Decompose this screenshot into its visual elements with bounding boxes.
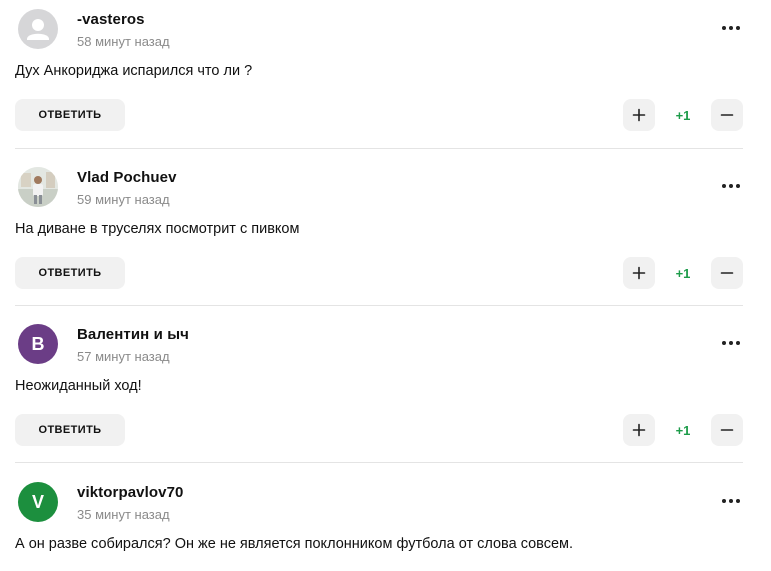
plus-icon (632, 108, 646, 122)
divider (15, 305, 743, 306)
avatar[interactable]: В (18, 324, 58, 364)
upvote-button[interactable] (623, 414, 655, 446)
comment-text: Дух Анкориджа испарился что ли ? (15, 63, 253, 79)
more-options-icon[interactable] (721, 18, 741, 38)
plus-icon (632, 423, 646, 437)
default-user-icon (27, 19, 49, 40)
comment-author[interactable]: viktorpavlov70 (77, 484, 183, 501)
minus-icon (720, 272, 734, 274)
avatar-photo-icon (18, 167, 58, 207)
comment-text: Неожиданный ход! (15, 378, 142, 394)
comment-time: 58 минут назад (77, 34, 170, 49)
avatar[interactable] (18, 167, 58, 207)
more-options-icon[interactable] (721, 176, 741, 196)
more-options-icon[interactable] (721, 491, 741, 511)
comment-item: В Валентин и ыч 57 минут назад Неожиданн… (0, 315, 771, 463)
comment-author[interactable]: -vasteros (77, 11, 145, 28)
divider (15, 148, 743, 149)
more-options-icon[interactable] (721, 333, 741, 353)
downvote-button[interactable] (711, 257, 743, 289)
upvote-button[interactable] (623, 99, 655, 131)
comment-text: На диване в труселях посмотрит с пивком (15, 221, 300, 237)
upvote-button[interactable] (623, 257, 655, 289)
downvote-button[interactable] (711, 99, 743, 131)
comment-author[interactable]: Vlad Pochuev (77, 169, 177, 186)
comment-time: 59 минут назад (77, 192, 170, 207)
comment-time: 35 минут назад (77, 507, 170, 522)
downvote-button[interactable] (711, 414, 743, 446)
divider (15, 462, 743, 463)
comment-author[interactable]: Валентин и ыч (77, 326, 189, 343)
comment-text: А он разве собирался? Он же не является … (15, 536, 574, 552)
comment-score: +1 (675, 422, 691, 438)
comment-item: Vlad Pochuev 59 минут назад На диване в … (0, 158, 771, 306)
avatar[interactable] (18, 9, 58, 49)
reply-button[interactable]: ОТВЕТИТЬ (15, 257, 125, 289)
reply-button[interactable]: ОТВЕТИТЬ (15, 414, 125, 446)
minus-icon (720, 429, 734, 431)
comment-score: +1 (675, 107, 691, 123)
avatar[interactable]: V (18, 482, 58, 522)
minus-icon (720, 114, 734, 116)
comment-item: V viktorpavlov70 35 минут назад А он раз… (0, 473, 771, 571)
plus-icon (632, 266, 646, 280)
comment-score: +1 (675, 265, 691, 281)
reply-button[interactable]: ОТВЕТИТЬ (15, 99, 125, 131)
comment-time: 57 минут назад (77, 349, 170, 364)
comment-item: -vasteros 58 минут назад Дух Анкориджа и… (0, 0, 771, 148)
